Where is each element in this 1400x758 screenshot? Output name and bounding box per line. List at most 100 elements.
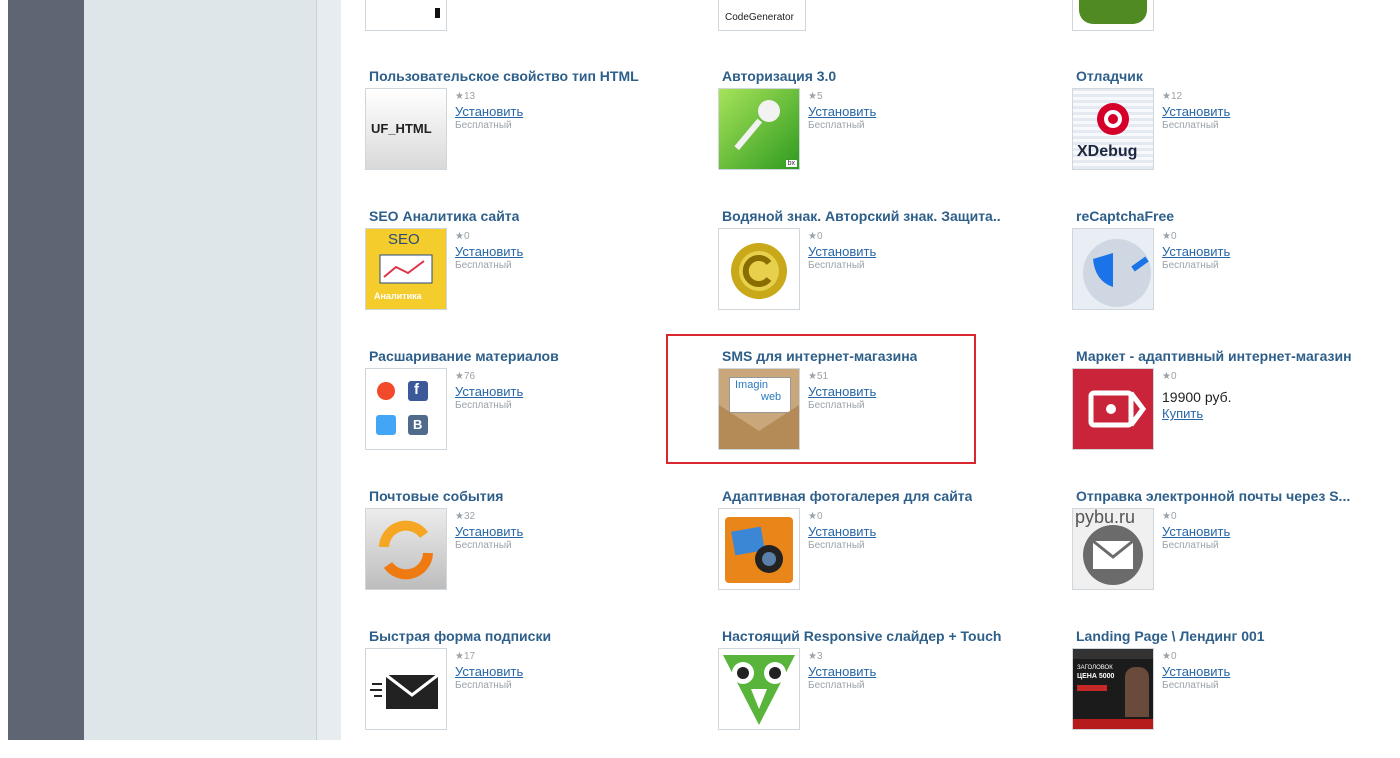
module-card: reCaptchaFree ★0 Установить Бесплатный [1072,208,1400,338]
module-thumbnail[interactable] [365,648,447,730]
photo-gallery-icon [725,517,793,583]
module-thumbnail[interactable]: ЗАГОЛОВОК ЦЕНА 5000 [1072,648,1154,730]
module-thumbnail[interactable]: f B [365,368,447,450]
rating: ★32 [455,511,476,522]
install-link[interactable]: Установить [1162,524,1230,540]
module-title[interactable]: Отладчик [1076,68,1143,84]
module-thumbnail[interactable] [365,508,447,590]
rating: ★3 [808,651,823,662]
sidebar-gap [317,0,341,740]
module-title[interactable]: Настоящий Responsive слайдер + Touch [722,628,1002,644]
module-card: Отладчик XDebug ★12 Установить Бесплатны… [1072,68,1400,198]
module-thumbnail[interactable] [718,228,800,310]
refresh-mail-icon [379,520,433,580]
rating: ★0 [808,231,823,242]
star-icon: ★ [455,91,464,102]
price-type: Бесплатный [455,400,512,411]
install-link[interactable]: Установить [1162,104,1230,120]
module-title[interactable]: Водяной знак. Авторский знак. Защита.. [722,208,1001,224]
rating: ★12 [1162,91,1183,102]
star-icon: ★ [455,371,464,382]
module-thumbnail[interactable] [1072,368,1154,450]
install-link[interactable]: Установить [808,664,876,680]
module-thumbnail[interactable] [718,508,800,590]
module-title[interactable]: SEO Аналитика сайта [369,208,519,224]
module-card: Водяной знак. Авторский знак. Защита.. ★… [718,208,1052,338]
star-icon: ★ [1162,371,1171,382]
price-type: Бесплатный [1162,120,1219,131]
share-buttons-icon [376,381,428,435]
thumb-label: f [414,381,419,398]
price-type: Бесплатный [808,260,865,271]
buy-link[interactable]: Купить [1162,406,1232,422]
price-type: Бесплатный [455,260,512,271]
star-icon: ★ [1162,651,1171,662]
left-rail [8,0,84,740]
codegen-label: CodeGenerator [725,12,794,23]
rating: ★0 [455,231,470,242]
rating: ★0 [1162,651,1177,662]
thumb-label: UF_HTML [371,121,432,136]
module-title[interactable]: Расшаривание материалов [369,348,559,364]
module-card: SEO Аналитика сайта SEO Аналитика ★0 Уст… [365,208,699,338]
module-thumbnail[interactable]: pybu.ru [1072,508,1154,590]
captcha-shield-icon [1083,239,1151,307]
star-icon: ★ [1162,511,1171,522]
price-type: Бесплатный [1162,260,1219,271]
price-type: Бесплатный [1162,680,1219,691]
install-link[interactable]: Установить [808,524,876,540]
module-title[interactable]: Маркет - адаптивный интернет-магазин [1076,348,1352,364]
rating: ★76 [455,371,476,382]
envelope-icon [370,673,439,709]
module-title[interactable]: Пользовательское свойство тип HTML [369,68,639,84]
module-card: Авторизация 3.0 bx ★5 Установить Бесплат… [718,68,1052,198]
mail-send-icon [1083,525,1143,585]
install-link[interactable]: Установить [455,384,523,400]
module-thumbnail[interactable] [718,648,800,730]
rating: ★5 [808,91,823,102]
install-link[interactable]: Установить [455,244,523,260]
module-thumbnail[interactable]: bx [718,88,800,170]
module-card: Маркет - адаптивный интернет-магазин ★0 … [1072,348,1400,478]
star-icon: ★ [455,231,464,242]
star-icon: ★ [1162,91,1171,102]
install-link[interactable]: Установить [1162,244,1230,260]
install-link[interactable]: Установить [808,104,876,120]
star-icon: ★ [455,651,464,662]
module-title[interactable]: reCaptchaFree [1076,208,1174,224]
install-link[interactable]: Установить [455,104,523,120]
top-thumb-left[interactable] [365,0,447,31]
module-thumbnail[interactable]: XDebug [1072,88,1154,170]
star-icon: ★ [808,511,817,522]
owl-icon [723,655,795,725]
thumb-badge: bx [785,160,797,167]
thumb-label-2: ЦЕНА 5000 [1077,673,1115,680]
rating: ★0 [1162,231,1177,242]
module-title[interactable]: Отправка электронной почты через S... [1076,488,1350,504]
star-icon: ★ [1162,231,1171,242]
module-thumbnail[interactable] [1072,228,1154,310]
module-title[interactable]: Landing Page \ Лендинг 001 [1076,628,1265,644]
module-title[interactable]: Почтовые события [369,488,503,504]
rating: ★17 [455,651,476,662]
module-title[interactable]: Быстрая форма подписки [369,628,551,644]
module-thumbnail[interactable]: UF_HTML [365,88,447,170]
module-title[interactable]: Адаптивная фотогалерея для сайта [722,488,972,504]
module-title[interactable]: Авторизация 3.0 [722,68,836,84]
rating: ★0 [1162,511,1177,522]
install-link[interactable]: Установить [455,664,523,680]
module-card: Настоящий Responsive слайдер + Touch ★3 … [718,628,1052,758]
top-thumb-right[interactable] [1072,0,1154,31]
highlight-box [666,334,976,464]
top-thumb-codegen[interactable]: CodeGenerator [718,0,806,31]
price: 19900 руб. [1162,389,1232,405]
module-card: Почтовые события ★32 Установить Бесплатн… [365,488,699,618]
module-thumbnail[interactable]: SEO Аналитика [365,228,447,310]
star-icon: ★ [455,511,464,522]
sidebar-panel [84,0,317,740]
install-link[interactable]: Установить [1162,664,1230,680]
install-link[interactable]: Установить [808,244,876,260]
install-link[interactable]: Установить [455,524,523,540]
market-tag-icon [1088,390,1147,428]
price-type: Бесплатный [808,680,865,691]
